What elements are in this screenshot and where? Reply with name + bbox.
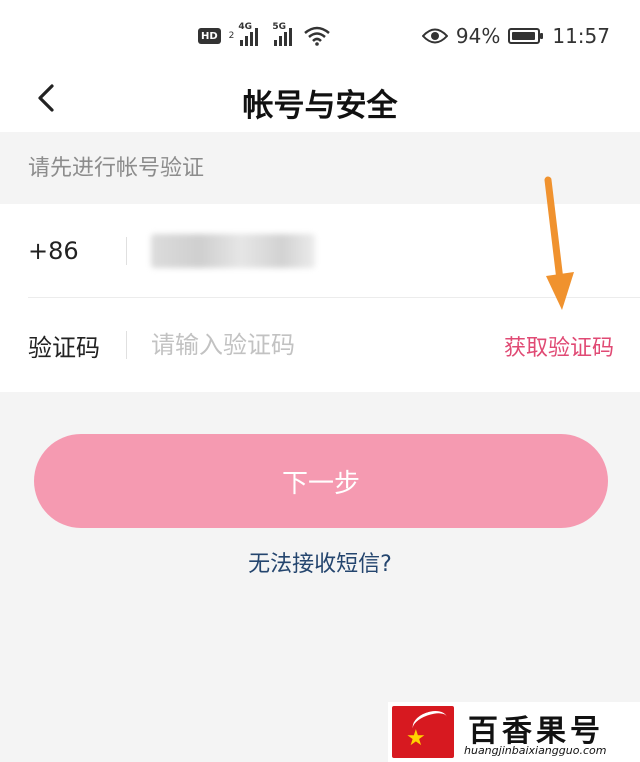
country-code: +86 — [28, 236, 79, 265]
battery-percent: 94% — [455, 24, 501, 48]
phone-row: +86 — [28, 204, 640, 298]
watermark-logo: ★ — [392, 706, 454, 758]
code-label: 验证码 — [28, 333, 100, 362]
watermark: ★ 百香果号 huangjinbaixiangguo.com — [388, 702, 640, 762]
navigation-bar: 帐号与安全 — [0, 70, 640, 132]
code-row: 验证码 获取验证码 — [28, 298, 640, 392]
battery-icon — [508, 28, 544, 44]
verification-code-input[interactable] — [151, 331, 471, 359]
status-icons-left: HD 2 4G 5G — [198, 22, 331, 48]
eye-comfort-icon — [421, 28, 448, 44]
star-icon: ★ — [406, 726, 426, 751]
hd-sub-text: 2 — [228, 31, 235, 41]
watermark-url: huangjinbaixiangguo.com — [464, 744, 607, 757]
network-type-4g: 4G — [238, 22, 253, 32]
field-divider — [126, 236, 127, 265]
next-step-button[interactable]: 下一步 — [34, 434, 608, 528]
field-divider — [126, 331, 127, 359]
signal-4g-icon: 4G — [238, 22, 259, 46]
verification-form: +86 验证码 获取验证码 — [0, 204, 640, 392]
status-icons-right: 94% 11:57 — [421, 22, 610, 50]
get-code-button[interactable]: 获取验证码 — [504, 330, 614, 362]
hd-voice-icon: HD — [198, 28, 221, 44]
verification-hint: 请先进行帐号验证 — [28, 156, 205, 181]
status-bar: HD 2 4G 5G 94% 11:57 — [0, 0, 640, 70]
clock-time: 11:57 — [552, 24, 610, 48]
wifi-icon — [304, 26, 331, 46]
signal-5g-icon: 5G — [272, 22, 293, 46]
page-title: 帐号与安全 — [242, 88, 398, 124]
hd-badge-text: HD — [201, 30, 218, 42]
battery-fill — [512, 32, 535, 40]
cannot-receive-sms-link[interactable]: 无法接收短信? — [0, 546, 640, 578]
network-type-5g: 5G — [272, 22, 287, 32]
phone-number-field[interactable] — [151, 233, 315, 268]
sms-help-text: 无法接收短信? — [248, 552, 392, 577]
